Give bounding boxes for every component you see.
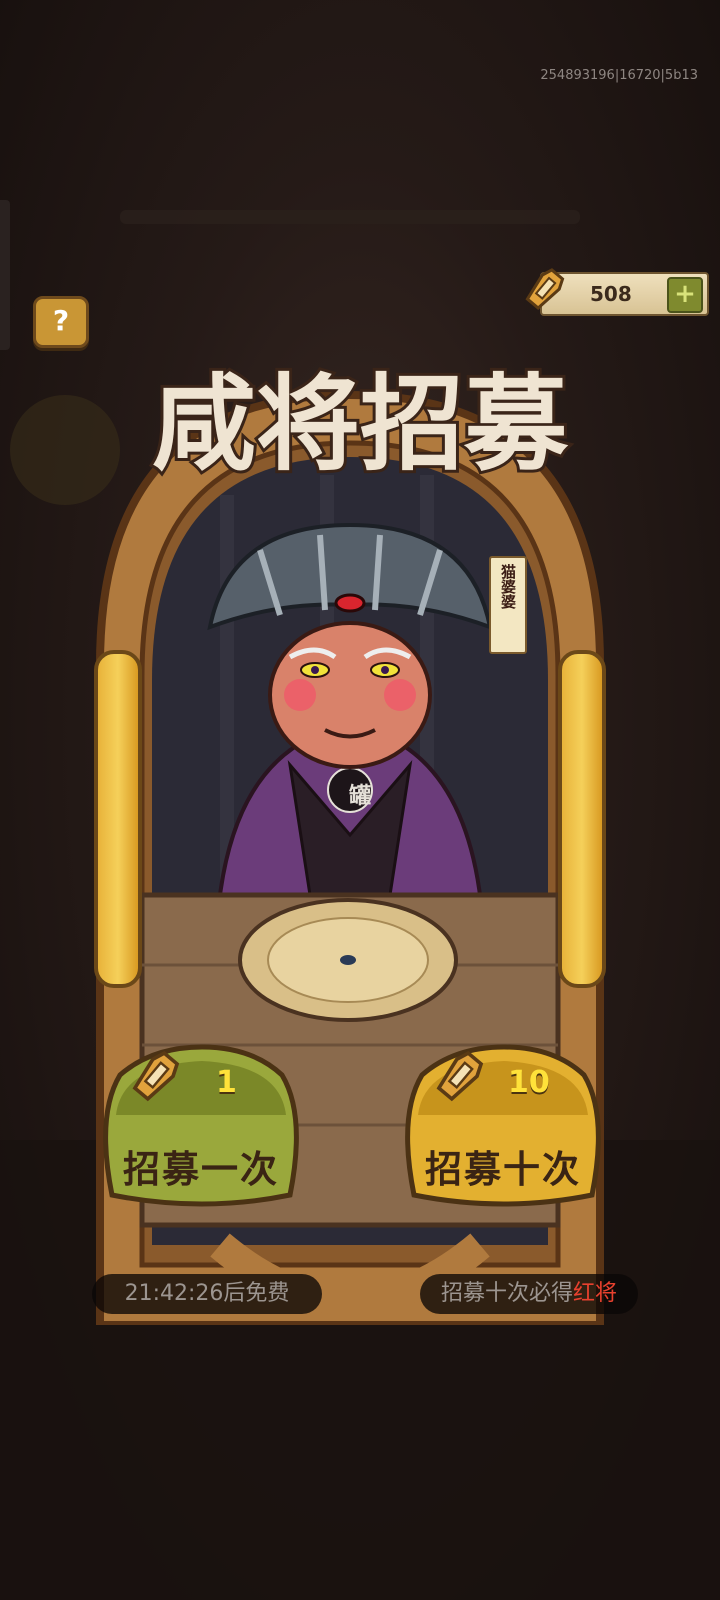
side-drawer-handle[interactable]: [0, 200, 10, 350]
coffin-key-icon: [132, 1050, 180, 1102]
recruit-screen: 254893196|16720|5b13 ? 508 + 咸将招募 猫婆婆 罐 …: [0, 0, 720, 1600]
frame-right-ornament: [558, 650, 606, 988]
recruit-ten-button[interactable]: 10 招募十次: [394, 1035, 612, 1215]
frame-left-ornament: [94, 650, 142, 988]
guarantee-note: 招募十次必得红将: [420, 1274, 638, 1314]
recruit-ten-label: 招募十次: [425, 1148, 581, 1191]
guarantee-prefix: 招募十次必得: [440, 1281, 573, 1306]
build-id-text: 254893196|16720|5b13: [540, 68, 698, 83]
help-button[interactable]: ?: [33, 296, 89, 348]
recruit-once-button[interactable]: 1 招募一次: [92, 1035, 310, 1215]
character-badge: 罐: [348, 784, 371, 809]
currency-amount: 508: [590, 282, 632, 306]
banner-title: 咸将招募: [149, 360, 572, 488]
background-beam: [120, 210, 580, 224]
add-currency-button[interactable]: +: [667, 277, 703, 313]
recruit-once-label: 招募一次: [123, 1148, 279, 1191]
currency-bar: 508 +: [540, 272, 709, 316]
character-name-tag: 猫婆婆: [489, 556, 527, 654]
coffin-key-icon: [436, 1050, 484, 1102]
recruit-once-cost: 1: [216, 1065, 237, 1100]
coffin-key-icon: [525, 268, 565, 311]
banner-title-text: 咸将招募: [152, 363, 569, 485]
recruit-ten-cost: 10: [508, 1065, 550, 1100]
guarantee-highlight: 红将: [573, 1281, 618, 1306]
free-timer: 21:42:26后免费: [92, 1274, 322, 1314]
character-name: 猫婆婆: [499, 564, 517, 609]
